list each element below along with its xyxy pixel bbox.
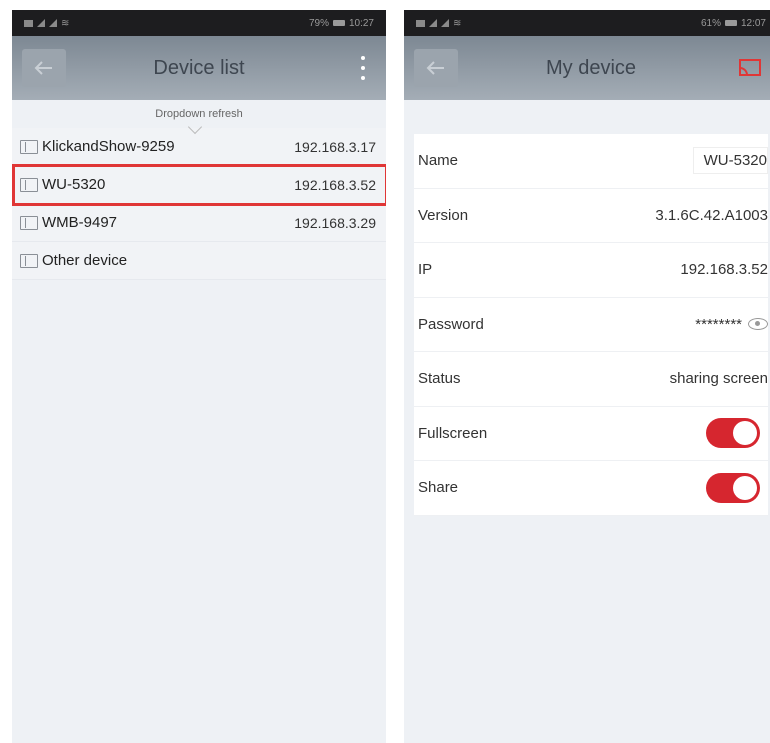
wifi-icon: ≋ bbox=[61, 17, 71, 29]
signal-icon bbox=[429, 19, 437, 27]
device-name: KlickandShow-9259 bbox=[42, 138, 175, 155]
device-list: KlickandShow-9259 192.168.3.17 WU-5320 1… bbox=[12, 128, 386, 280]
cast-screen-icon[interactable] bbox=[738, 58, 762, 78]
name-row[interactable]: Name WU-5320 bbox=[414, 134, 768, 189]
password-row: Password ******** bbox=[414, 298, 768, 352]
device-icon bbox=[20, 253, 38, 268]
page-title: My device bbox=[545, 56, 637, 79]
back-arrow-icon bbox=[426, 61, 444, 75]
ip-value: 192.168.3.52 bbox=[680, 261, 768, 279]
status-icons: ≋ bbox=[416, 18, 462, 29]
signal-icon bbox=[37, 19, 45, 27]
battery-percent: 61% bbox=[700, 17, 721, 29]
device-item-other[interactable]: Other device bbox=[12, 242, 386, 280]
device-ip: 192.168.3.52 bbox=[294, 176, 376, 193]
more-vertical-icon[interactable] bbox=[358, 52, 368, 84]
device-icon bbox=[20, 139, 38, 154]
device-item-wu-5320[interactable]: WU-5320 192.168.3.52 bbox=[12, 164, 386, 206]
password-value: ******** bbox=[695, 315, 742, 333]
back-arrow-icon bbox=[34, 61, 52, 75]
share-row: Share bbox=[414, 461, 768, 516]
back-button[interactable] bbox=[414, 49, 458, 87]
name-field[interactable]: WU-5320 bbox=[692, 147, 768, 175]
device-list-screen: ≋ 79% 10:27 Device list Dropdown refresh… bbox=[12, 10, 386, 743]
signal-icon bbox=[441, 19, 449, 27]
eye-icon[interactable] bbox=[748, 318, 768, 331]
name-label: Name bbox=[418, 152, 459, 170]
battery-icon bbox=[724, 20, 737, 26]
device-icon bbox=[20, 215, 38, 230]
fullscreen-label: Fullscreen bbox=[418, 424, 488, 442]
device-name: Other device bbox=[42, 252, 128, 269]
wifi-icon: ≋ bbox=[453, 17, 463, 29]
battery-percent: 79% bbox=[308, 17, 329, 29]
device-name: WU-5320 bbox=[42, 176, 106, 193]
password-label: Password bbox=[418, 315, 484, 333]
status-label: Status bbox=[418, 370, 461, 388]
share-label: Share bbox=[418, 479, 459, 497]
clock: 10:27 bbox=[348, 17, 374, 29]
device-name: WMB-9497 bbox=[42, 214, 118, 231]
status-bar: ≋ 61% 12:07 bbox=[404, 10, 770, 36]
version-row: Version 3.1.6C.42.A1003 bbox=[414, 189, 768, 243]
device-item-wmb-9497[interactable]: WMB-9497 192.168.3.29 bbox=[12, 204, 386, 242]
app-bar: Device list bbox=[12, 36, 386, 100]
app-bar: My device bbox=[404, 36, 770, 100]
device-ip: 192.168.3.29 bbox=[294, 214, 376, 231]
status-row: Status sharing screen bbox=[414, 352, 768, 407]
version-value: 3.1.6C.42.A1003 bbox=[655, 206, 768, 224]
status-value: sharing screen bbox=[669, 370, 768, 388]
version-label: Version bbox=[418, 206, 469, 224]
ip-label: IP bbox=[418, 261, 433, 279]
status-icons: ≋ bbox=[24, 18, 70, 29]
device-details: Name WU-5320 Version 3.1.6C.42.A1003 IP … bbox=[414, 134, 768, 516]
fullscreen-row: Fullscreen bbox=[414, 407, 768, 461]
page-title: Device list bbox=[153, 56, 245, 79]
device-ip: 192.168.3.17 bbox=[294, 138, 376, 155]
back-button[interactable] bbox=[22, 49, 66, 87]
battery-icon bbox=[332, 20, 345, 26]
fullscreen-toggle[interactable] bbox=[706, 418, 760, 449]
device-item-klickandshow[interactable]: KlickandShow-9259 192.168.3.17 bbox=[12, 128, 386, 166]
share-toggle[interactable] bbox=[706, 472, 760, 503]
signal-icon bbox=[49, 19, 57, 27]
status-bar: ≋ 79% 10:27 bbox=[12, 10, 386, 36]
ip-row: IP 192.168.3.52 bbox=[414, 243, 768, 298]
my-device-screen: ≋ 61% 12:07 My device Name WU-5320 Versi… bbox=[404, 10, 770, 743]
dropdown-refresh-hint: Dropdown refresh bbox=[12, 100, 386, 135]
notification-icon bbox=[416, 19, 425, 27]
device-icon bbox=[20, 177, 38, 192]
clock: 12:07 bbox=[740, 17, 766, 29]
notification-icon bbox=[24, 19, 33, 27]
